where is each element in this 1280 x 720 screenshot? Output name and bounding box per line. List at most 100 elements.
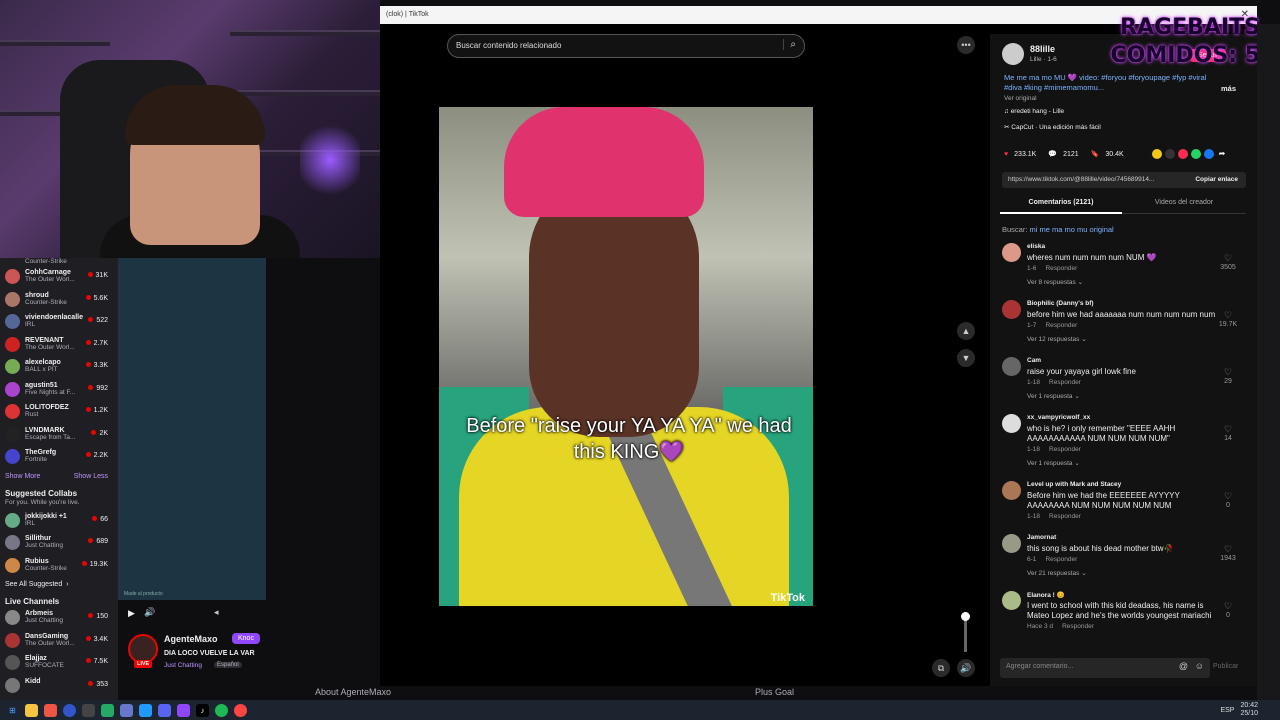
live-channel-item[interactable]: Arbmeis Just Chatting 150 <box>0 607 118 630</box>
commenter-name[interactable]: Jamornat <box>1027 534 1056 541</box>
reply-link[interactable]: Responder <box>1049 379 1081 386</box>
app-icon-1[interactable] <box>82 703 95 717</box>
embed-icon[interactable] <box>1165 149 1175 159</box>
stream-category[interactable]: Just Chatting <box>164 662 202 669</box>
heart-icon[interactable]: ♥ <box>1004 151 1008 158</box>
whatsapp-icon[interactable] <box>1191 149 1201 159</box>
commenter-avatar[interactable] <box>1002 534 1021 553</box>
comment-like[interactable]: ♡ 29 <box>1216 367 1240 385</box>
send-icon[interactable] <box>1178 149 1188 159</box>
commenter-avatar[interactable] <box>1002 300 1021 319</box>
suggested-channel-item[interactable]: Sillithur Just Chatting 689 <box>0 532 118 555</box>
spotify-icon[interactable] <box>215 703 228 717</box>
discord-icon[interactable] <box>158 703 171 717</box>
original-link[interactable]: Ver original <box>1004 95 1037 102</box>
live-channel-item[interactable]: Kidd 353 <box>0 675 118 698</box>
sound-row[interactable]: ♫ eredeti hang - Lille <box>1004 108 1064 115</box>
commenter-avatar[interactable] <box>1002 414 1021 433</box>
more-link[interactable]: más <box>1221 84 1236 93</box>
channel-partial[interactable]: Counter-Strike <box>0 258 118 266</box>
reply-link[interactable]: Responder <box>1049 446 1081 453</box>
record-icon[interactable]: ◂ <box>214 607 219 618</box>
followed-channel-item[interactable]: TheGrefg Fortnite 2.2K <box>0 446 118 469</box>
followed-channel-item[interactable]: alexelcapo BALL x PIT 3.3K <box>0 356 118 379</box>
app-icon-3[interactable] <box>120 703 133 717</box>
followed-channel-item[interactable]: REVENANT The Outer Worl... 2.7K <box>0 334 118 357</box>
emoji-icon[interactable]: ☺ <box>1195 661 1204 671</box>
repost-icon[interactable] <box>1152 149 1162 159</box>
search-app-icon[interactable] <box>44 703 57 717</box>
comment-like[interactable]: ♡ 1943 <box>1216 544 1240 562</box>
reply-link[interactable]: Responder <box>1049 513 1081 520</box>
knock-button[interactable]: Knoc <box>232 633 260 644</box>
view-replies-link[interactable]: Ver 8 respuestas ⌄ <box>1027 278 1083 286</box>
app-icon-2[interactable] <box>101 703 114 717</box>
view-replies-link[interactable]: Ver 12 respuestas ⌄ <box>1027 335 1087 343</box>
followed-channel-item[interactable]: shroud Counter-Strike 5.6K <box>0 289 118 312</box>
pip-icon[interactable]: ⧉ <box>932 659 950 677</box>
commenter-name[interactable]: eliska <box>1027 243 1045 250</box>
commenter-name[interactable]: Level up with Mark and Stacey <box>1027 481 1121 488</box>
suggested-channel-item[interactable]: jokkijokki +1 IRL 66 <box>0 510 118 533</box>
capcut-row[interactable]: ✂ CapCut · Una edición más fácil <box>1004 123 1101 131</box>
view-replies-link[interactable]: Ver 1 respuesta ⌄ <box>1027 392 1080 400</box>
speaker-icon[interactable]: 🔊 <box>957 659 975 677</box>
play-icon[interactable]: ▶ <box>128 608 135 619</box>
followed-channel-item[interactable]: viviendoenlacalle IRL 522 <box>0 311 118 334</box>
live-channel-item[interactable]: DansGaming The Outer Worl... 3.4K <box>0 630 118 653</box>
show-more-link[interactable]: Show More <box>5 473 40 480</box>
bookmark-icon[interactable]: 🔖 <box>1091 150 1100 158</box>
chevron-up-icon[interactable]: ▲ <box>957 322 975 340</box>
volume-handle[interactable] <box>961 612 970 621</box>
channel-name[interactable]: AgenteMaxo <box>164 634 218 644</box>
search-input[interactable]: Buscar contenido relacionado ⌕ <box>447 34 805 58</box>
reply-link[interactable]: Responder <box>1045 322 1077 329</box>
telegram-icon[interactable] <box>139 703 152 717</box>
volume-icon[interactable]: 🔊 <box>144 607 155 618</box>
comment-input[interactable]: Agregar comentario... @ ☺ <box>1000 658 1210 678</box>
language-indicator[interactable]: ESP <box>1220 707 1234 714</box>
see-all-suggested[interactable]: See All Suggested › <box>0 577 118 592</box>
author-avatar[interactable] <box>1002 43 1024 65</box>
commenter-name[interactable]: xx_vampyricwolf_xx <box>1027 414 1090 421</box>
volume-slider[interactable] <box>961 612 970 652</box>
commenter-avatar[interactable] <box>1002 357 1021 376</box>
facebook-icon[interactable] <box>1204 149 1214 159</box>
more-options-icon[interactable]: ••• <box>957 36 975 54</box>
copy-link-button[interactable]: Copiar enlace <box>1195 176 1238 183</box>
related-search-term[interactable]: mi me ma mo mu original <box>1030 225 1114 234</box>
share-arrow-icon[interactable]: ➦ <box>1217 149 1227 159</box>
comment-like[interactable]: ♡ 0 <box>1216 601 1240 619</box>
live-channel-item[interactable]: Elajjaz SUFFOCATE 7.5K <box>0 652 118 675</box>
mention-icon[interactable]: @ <box>1179 661 1188 671</box>
commenter-name[interactable]: Cam <box>1027 357 1041 364</box>
tiktok-icon[interactable]: ♪ <box>196 703 209 717</box>
commenter-avatar[interactable] <box>1002 243 1021 262</box>
chrome-icon[interactable] <box>234 703 247 717</box>
comment-like[interactable]: ♡ 14 <box>1216 424 1240 442</box>
followed-channel-item[interactable]: CohhCarnage The Outer Worl... 31K <box>0 266 118 289</box>
twitch-icon[interactable] <box>177 703 190 717</box>
clock[interactable]: 20:42 25/10 <box>1240 702 1258 718</box>
twitch-player[interactable]: Made al producto <box>118 258 266 608</box>
windows-start-icon[interactable]: ⊞ <box>6 704 19 717</box>
search-icon[interactable]: ⌕ <box>783 39 796 50</box>
file-explorer-icon[interactable] <box>25 703 38 717</box>
reply-link[interactable]: Responder <box>1045 556 1077 563</box>
reply-link[interactable]: Responder <box>1045 265 1077 272</box>
commenter-name[interactable]: Elanora ! 😊 <box>1027 591 1065 599</box>
reply-link[interactable]: Responder <box>1062 623 1094 630</box>
tab-comments[interactable]: Comentarios (2121) <box>1000 199 1122 214</box>
comment-icon[interactable]: 💬 <box>1048 150 1057 158</box>
browser-icon[interactable] <box>63 703 76 717</box>
show-less-link[interactable]: Show Less <box>74 473 108 480</box>
comment-like[interactable]: ♡ 3505 <box>1216 253 1240 271</box>
author-name[interactable]: 88lille <box>1030 44 1055 54</box>
comment-like[interactable]: ♡ 19.7K <box>1216 310 1240 328</box>
chevron-down-icon[interactable]: ▼ <box>957 349 975 367</box>
tiktok-video[interactable]: Before "raise your YA YA YA" we had this… <box>439 107 813 606</box>
commenter-avatar[interactable] <box>1002 481 1021 500</box>
publish-button[interactable]: Publicar <box>1213 663 1238 670</box>
view-replies-link[interactable]: Ver 21 respuestas ⌄ <box>1027 569 1087 577</box>
followed-channel-item[interactable]: LVNDMARK Escape from Ta... 2K <box>0 424 118 447</box>
